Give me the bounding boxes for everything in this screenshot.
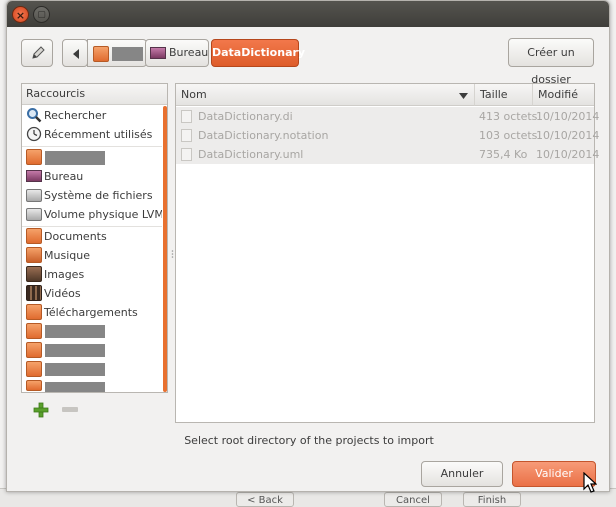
file-size: 413 octets [479, 110, 538, 123]
sidebar-item-label: Vidéos [44, 287, 81, 300]
path-bureau-label: Bureau [169, 46, 209, 59]
path-bureau-button[interactable]: Bureau [145, 39, 209, 67]
sidebar-item-label: Téléchargements [44, 306, 138, 319]
sidebar-scrollbar[interactable] [163, 106, 167, 392]
file-name: DataDictionary.uml [198, 148, 304, 161]
home-folder-icon [26, 149, 42, 165]
file-modified: 10/10/2014 [536, 110, 600, 123]
sidebar-item-bureau[interactable]: Bureau [22, 167, 162, 186]
sidebar-item-label: Rechercher [44, 109, 107, 122]
path-current-button[interactable]: DataDictionary [211, 39, 305, 67]
file-size: 103 octets [479, 129, 538, 142]
redacted-folder-name [45, 344, 105, 357]
file-icon [181, 129, 192, 142]
sidebar-item-telechargements[interactable]: Téléchargements [22, 303, 162, 322]
dialog-hint-text: Select root directory of the projects to… [184, 434, 434, 447]
redacted-username [45, 151, 105, 165]
background-finish-button[interactable]: Finish [463, 492, 521, 507]
sidebar-item-folder[interactable] [22, 322, 162, 341]
sidebar-item-folder[interactable] [22, 360, 162, 379]
redacted-username [112, 47, 143, 61]
documents-folder-icon [26, 228, 42, 244]
file-name: DataDictionary.notation [198, 129, 329, 142]
sidebar-item-label: Images [44, 268, 85, 281]
sidebar-item-musique[interactable]: Musique [22, 246, 162, 265]
videos-folder-icon [26, 285, 42, 301]
file-name: DataDictionary.di [198, 110, 293, 123]
file-row[interactable]: DataDictionary.uml 735,4 Ko 10/10/2014 [176, 145, 599, 164]
sidebar-item-rechercher[interactable]: Rechercher [22, 106, 162, 125]
sidebar-item-filesystem[interactable]: Système de fichiers [22, 186, 162, 205]
file-row[interactable]: DataDictionary.notation 103 octets 10/10… [176, 126, 599, 145]
drive-icon [26, 189, 42, 202]
column-header-label: Nom [181, 88, 207, 101]
redacted-folder-name [45, 363, 105, 376]
folder-icon [26, 342, 42, 358]
sidebar-item-label: Volume physique LVM… [44, 208, 162, 221]
file-size: 735,4 Ko [479, 148, 528, 161]
path-home-button[interactable] [87, 39, 147, 67]
maximize-window-button[interactable]: ▢ [33, 6, 50, 23]
sidebar-item-label: Documents [44, 230, 107, 243]
drive-icon [26, 208, 42, 221]
sidebar-separator [22, 146, 162, 147]
search-icon [27, 108, 42, 123]
mouse-cursor-icon [583, 472, 597, 493]
file-icon [181, 148, 192, 161]
triangle-left-icon [73, 49, 79, 59]
pencil-icon [32, 46, 45, 59]
folder-icon [26, 361, 42, 377]
title-bar: × ▢ [7, 1, 609, 27]
redacted-folder-name [45, 325, 105, 338]
close-window-button[interactable]: × [12, 6, 29, 23]
sidebar-item-label: Système de fichiers [44, 189, 153, 202]
file-modified: 10/10/2014 [536, 129, 600, 142]
folder-icon [26, 323, 42, 339]
desktop-icon [150, 47, 166, 59]
sidebar-item-images[interactable]: Images [22, 265, 162, 284]
column-header-name[interactable]: Nom [176, 84, 475, 106]
file-icon [181, 110, 192, 123]
pictures-folder-icon [26, 266, 42, 282]
file-chooser-dialog: × ▢ Bureau DataDictionary Créer un dossi… [6, 0, 610, 492]
column-header-modified[interactable]: Modifié [533, 84, 594, 106]
background-back-button[interactable]: < Back [236, 492, 294, 507]
file-row[interactable]: DataDictionary.di 413 octets 10/10/2014 [176, 107, 599, 126]
column-header-size[interactable]: Taille [475, 84, 533, 106]
music-folder-icon [26, 247, 42, 263]
redacted-folder-name [45, 382, 105, 392]
file-list: Nom Taille Modifié DataDictionary.di 413… [175, 83, 599, 423]
downloads-folder-icon [26, 304, 42, 320]
cancel-button[interactable]: Annuler [421, 461, 503, 487]
places-sidebar: Raccourcis Rechercher Récemment utilisés… [21, 83, 168, 393]
sidebar-item-label: Musique [44, 249, 90, 262]
type-location-button[interactable] [21, 39, 53, 67]
sidebar-item-folder[interactable] [22, 379, 162, 392]
home-folder-icon [93, 46, 109, 62]
sidebar-item-label: Récemment utilisés [44, 128, 153, 141]
sidebar-item-label: Bureau [44, 170, 84, 183]
sidebar-header: Raccourcis [22, 84, 167, 105]
sort-descending-icon [459, 93, 468, 99]
sidebar-item-documents[interactable]: Documents [22, 227, 162, 246]
background-cancel-button[interactable]: Cancel [384, 492, 442, 507]
sidebar-item-lvm-volume[interactable]: Volume physique LVM… [22, 205, 162, 224]
sidebar-item-home[interactable] [22, 148, 162, 167]
path-back-button[interactable] [62, 39, 88, 67]
add-bookmark-icon[interactable] [33, 402, 49, 418]
desktop-icon [26, 170, 42, 182]
pane-resize-handle[interactable] [171, 249, 174, 259]
file-modified: 10/10/2014 [536, 148, 600, 161]
create-folder-button[interactable]: Créer un dossier [508, 38, 594, 86]
sidebar-item-videos[interactable]: Vidéos [22, 284, 162, 303]
sidebar-item-recents[interactable]: Récemment utilisés [22, 125, 162, 144]
folder-icon [26, 380, 42, 391]
recent-icon [26, 126, 42, 142]
remove-bookmark-icon[interactable] [62, 407, 78, 412]
sidebar-item-folder[interactable] [22, 341, 162, 360]
